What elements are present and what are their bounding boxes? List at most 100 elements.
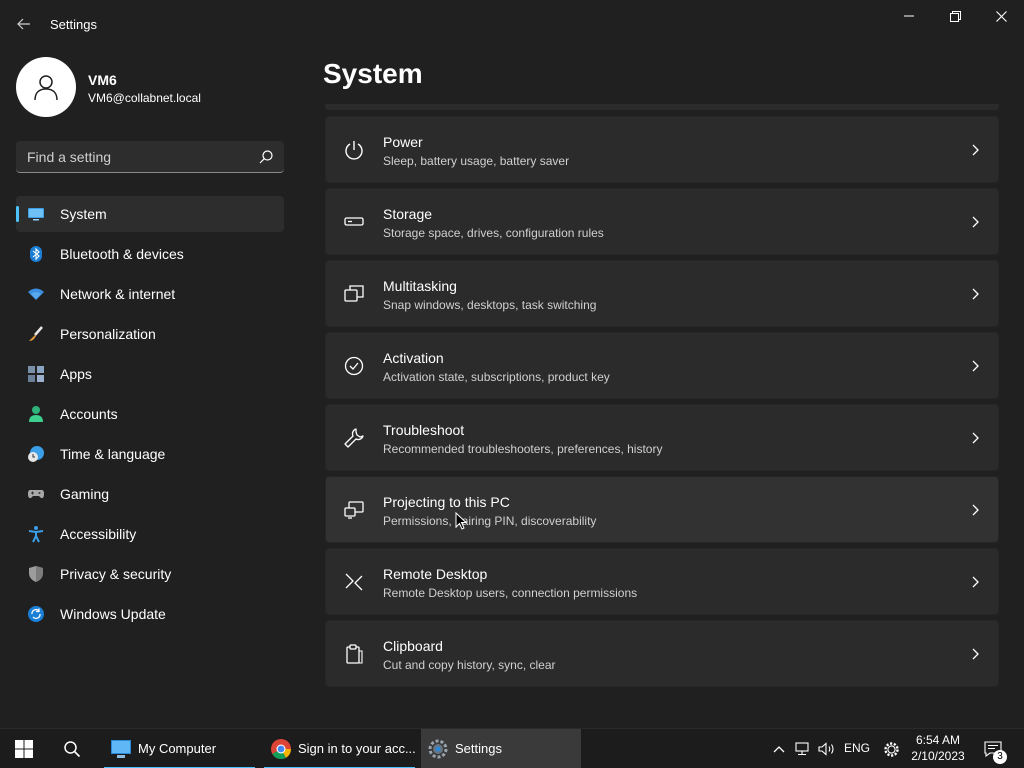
person-icon bbox=[29, 406, 43, 422]
sidebar-item-network[interactable]: Network & internet bbox=[16, 276, 284, 312]
card-title: Projecting to this PC bbox=[383, 494, 510, 510]
card-subtitle: Cut and copy history, sync, clear bbox=[383, 658, 556, 672]
chevron-right-icon bbox=[972, 216, 979, 228]
card-title: Storage bbox=[383, 206, 433, 222]
network-tray-button[interactable] bbox=[792, 729, 814, 768]
volume-tray-button[interactable] bbox=[816, 729, 838, 768]
clock-date: 2/10/2023 bbox=[911, 749, 965, 763]
taskbar-app-settings[interactable]: Settings bbox=[421, 729, 581, 768]
network-wired-icon bbox=[795, 742, 809, 756]
card-subtitle: Activation state, subscriptions, product… bbox=[383, 370, 610, 384]
settings-card-clipboard[interactable]: Clipboard Cut and copy history, sync, cl… bbox=[325, 620, 999, 687]
sidebar-item-system[interactable]: System bbox=[16, 196, 284, 232]
back-button[interactable] bbox=[10, 12, 38, 36]
sidebar-item-privacy-security[interactable]: Privacy & security bbox=[16, 556, 284, 592]
user-email: VM6@collabnet.local bbox=[88, 91, 201, 105]
sidebar-item-accounts[interactable]: Accounts bbox=[16, 396, 284, 432]
sidebar-item-time-language[interactable]: Time & language bbox=[16, 436, 284, 472]
user-name: VM6 bbox=[88, 72, 117, 88]
sidebar-item-label: Gaming bbox=[60, 486, 110, 502]
sidebar-nav: System Bluetooth & devices Network & int… bbox=[16, 196, 284, 636]
card-title: Power bbox=[383, 134, 423, 150]
close-button[interactable] bbox=[978, 0, 1024, 32]
sidebar-item-personalization[interactable]: Personalization bbox=[16, 316, 284, 352]
taskbar-app-label: Sign in to your acc... bbox=[298, 741, 416, 756]
sidebar-item-label: Privacy & security bbox=[60, 566, 172, 582]
brush-icon bbox=[29, 326, 43, 341]
chevron-right-icon bbox=[972, 504, 979, 516]
restore-icon bbox=[949, 10, 961, 22]
chevron-right-icon bbox=[972, 360, 979, 372]
update-icon bbox=[28, 606, 44, 622]
bluetooth-icon bbox=[30, 246, 42, 262]
sidebar-item-gaming[interactable]: Gaming bbox=[16, 476, 284, 512]
settings-card-troubleshoot[interactable]: Troubleshoot Recommended troubleshooters… bbox=[325, 404, 999, 471]
avatar bbox=[16, 57, 76, 117]
storage-icon bbox=[344, 217, 364, 226]
settings-card-activation[interactable]: Activation Activation state, subscriptio… bbox=[325, 332, 999, 399]
search-icon bbox=[64, 741, 81, 758]
chevron-right-icon bbox=[972, 432, 979, 444]
clipboard-icon bbox=[346, 644, 363, 664]
back-arrow-icon bbox=[17, 18, 30, 30]
sidebar-item-windows-update[interactable]: Windows Update bbox=[16, 596, 284, 632]
user-avatar-icon bbox=[34, 75, 58, 101]
speaker-icon bbox=[818, 742, 834, 756]
taskbar-app-chrome[interactable]: Sign in to your acc... bbox=[264, 729, 416, 768]
taskbar-search-button[interactable] bbox=[52, 729, 92, 768]
card-subtitle: Storage space, drives, configuration rul… bbox=[383, 226, 604, 240]
chevron-up-icon bbox=[773, 746, 785, 753]
minimize-button[interactable] bbox=[886, 0, 932, 32]
power-icon bbox=[345, 141, 363, 160]
sidebar-item-label: System bbox=[60, 206, 107, 222]
card-title: Multitasking bbox=[383, 278, 457, 294]
user-profile[interactable]: VM6 VM6@collabnet.local bbox=[16, 57, 296, 117]
sidebar-item-bluetooth[interactable]: Bluetooth & devices bbox=[16, 236, 284, 272]
search-box[interactable] bbox=[16, 141, 284, 173]
clock-globe-icon bbox=[28, 446, 44, 462]
card-subtitle: Remote Desktop users, connection permiss… bbox=[383, 586, 638, 600]
windows-logo-icon bbox=[15, 740, 33, 758]
taskbar-clock[interactable]: 6:54 AM 2/10/2023 bbox=[908, 732, 968, 764]
chrome-icon bbox=[271, 739, 292, 760]
settings-card-storage[interactable]: Storage Storage space, drives, configura… bbox=[325, 188, 999, 255]
remote-desktop-icon bbox=[345, 573, 363, 591]
gamepad-icon bbox=[28, 490, 44, 499]
sidebar-item-apps[interactable]: Apps bbox=[16, 356, 284, 392]
card-subtitle: Sleep, battery usage, battery saver bbox=[383, 154, 570, 168]
settings-gear-icon bbox=[428, 739, 448, 759]
card-title: Clipboard bbox=[383, 638, 443, 654]
start-button[interactable] bbox=[4, 729, 44, 768]
my-computer-icon bbox=[111, 740, 131, 758]
minimize-icon bbox=[904, 15, 914, 17]
sidebar-item-accessibility[interactable]: Accessibility bbox=[16, 516, 284, 552]
settings-card-remote-desktop[interactable]: Remote Desktop Remote Desktop users, con… bbox=[325, 548, 999, 615]
title-bar: Settings bbox=[0, 0, 1024, 48]
sidebar-item-label: Apps bbox=[60, 366, 92, 382]
taskbar-app-my-computer[interactable]: My Computer bbox=[104, 729, 255, 768]
chevron-right-icon bbox=[972, 648, 979, 660]
accessibility-icon bbox=[28, 526, 44, 543]
sidebar-item-label: Network & internet bbox=[60, 286, 176, 302]
input-language-indicator[interactable]: ENG bbox=[844, 741, 870, 755]
check-circle-icon bbox=[344, 356, 364, 376]
page-title: System bbox=[323, 58, 423, 89]
taskbar-app-label: Settings bbox=[455, 741, 502, 756]
show-hidden-icons-button[interactable] bbox=[770, 729, 788, 768]
search-icon[interactable] bbox=[258, 149, 274, 165]
settings-list: Power Sleep, battery usage, battery save… bbox=[325, 116, 999, 692]
settings-card-multitasking[interactable]: Multitasking Snap windows, desktops, tas… bbox=[325, 260, 999, 327]
multitasking-icon bbox=[344, 285, 364, 302]
gear-icon bbox=[883, 741, 899, 757]
taskbar-app-label: My Computer bbox=[138, 741, 217, 756]
card-title: Activation bbox=[383, 350, 444, 366]
settings-card-projecting[interactable]: Projecting to this PC Permissions, pairi… bbox=[325, 476, 999, 543]
settings-tray-button[interactable] bbox=[880, 729, 902, 768]
settings-card-power[interactable]: Power Sleep, battery usage, battery save… bbox=[325, 116, 999, 183]
mouse-cursor-icon bbox=[455, 512, 467, 530]
card-title: Remote Desktop bbox=[383, 566, 488, 582]
sidebar-item-label: Personalization bbox=[60, 326, 156, 342]
wifi-icon bbox=[28, 288, 44, 300]
search-input[interactable] bbox=[16, 141, 246, 172]
maximize-button[interactable] bbox=[932, 0, 978, 32]
